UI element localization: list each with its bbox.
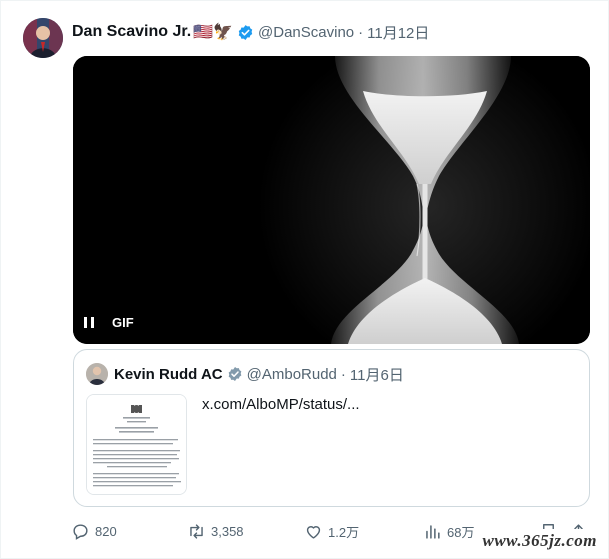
retweet-count: 3,358	[211, 523, 244, 539]
tweet-header: Dan Scavino Jr. 🇺🇸🦅 @DanScavino · 11月12日	[72, 21, 429, 43]
like-button[interactable]: 1.2万	[304, 520, 359, 542]
view-count: 68万	[447, 524, 475, 540]
tweet-gif-media[interactable]	[73, 56, 590, 344]
quoted-letter-thumbnail[interactable]	[86, 394, 187, 495]
tweet-timestamp[interactable]: 11月12日	[367, 22, 429, 43]
reply-button[interactable]: 820	[71, 520, 117, 542]
author-avatar[interactable]	[23, 18, 63, 58]
like-count: 1.2万	[328, 524, 360, 540]
author-handle[interactable]: @DanScavino	[258, 24, 354, 41]
quoted-timestamp[interactable]: 11月6日	[350, 364, 404, 385]
quoted-author-avatar[interactable]	[86, 363, 108, 385]
gif-controls: GIF	[81, 310, 139, 334]
reply-count: 820	[95, 523, 117, 539]
views-button[interactable]: 68万	[423, 520, 474, 542]
site-watermark: www.365jz.com	[476, 529, 603, 553]
separator-dot: ·	[358, 23, 364, 41]
quoted-separator-dot: ·	[340, 365, 346, 383]
quoted-verified-badge-icon[interactable]	[227, 366, 243, 382]
quoted-author-name[interactable]: Kevin Rudd AC	[114, 366, 223, 383]
quoted-author-handle[interactable]: @AmboRudd	[247, 366, 337, 383]
quoted-tweet[interactable]: Kevin Rudd AC @AmboRudd · 11月6日 x.com/Al…	[73, 349, 590, 507]
heart-icon	[306, 525, 321, 539]
tweet-card[interactable]: Dan Scavino Jr. 🇺🇸🦅 @DanScavino · 11月12日	[0, 0, 609, 559]
analytics-bar-icon	[426, 524, 440, 539]
verified-badge-icon[interactable]	[237, 24, 254, 41]
quoted-header: Kevin Rudd AC @AmboRudd · 11月6日	[114, 363, 404, 385]
quoted-link-text[interactable]: x.com/AlboMP/status/...	[202, 396, 360, 413]
author-name[interactable]: Dan Scavino Jr.	[72, 23, 191, 41]
author-emoji: 🇺🇸🦅	[193, 24, 234, 41]
hourglass-image	[73, 56, 590, 344]
pause-icon[interactable]	[81, 314, 97, 330]
gif-badge: GIF	[107, 312, 139, 332]
retweet-button[interactable]: 3,358	[187, 520, 244, 542]
retweet-icon	[190, 523, 203, 539]
reply-icon	[73, 523, 88, 540]
